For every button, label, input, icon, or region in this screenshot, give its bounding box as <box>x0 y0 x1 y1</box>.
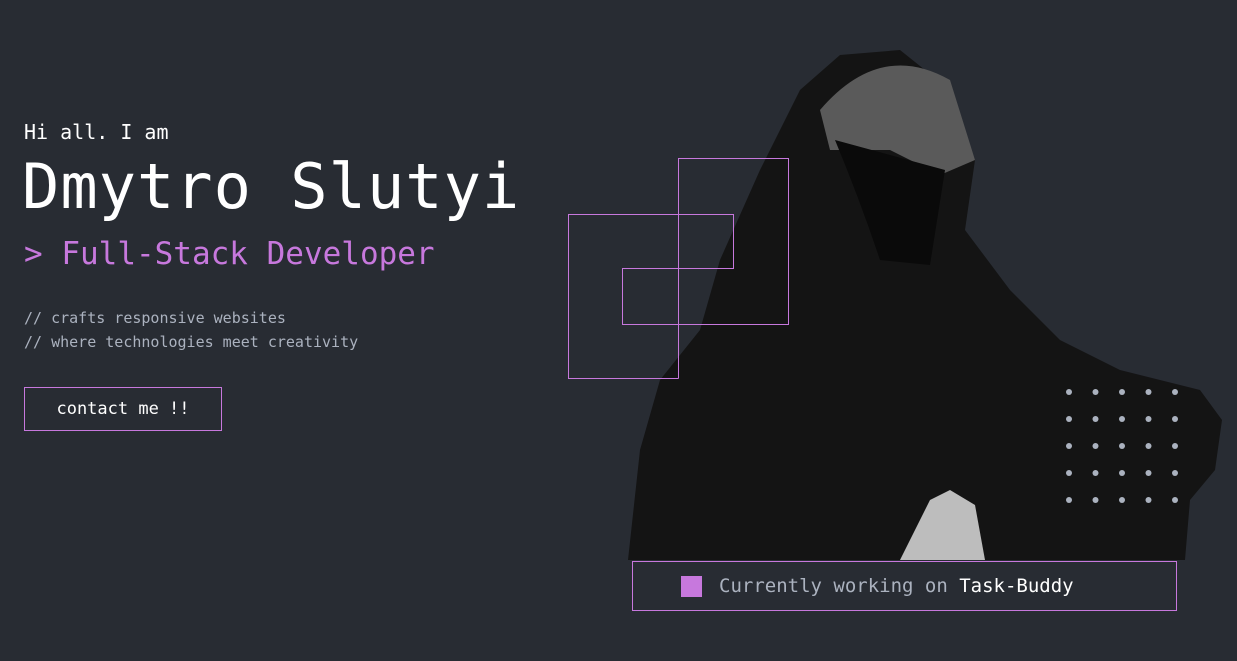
dot <box>1145 470 1152 476</box>
status-label: Currently working on <box>719 575 960 597</box>
person-photo <box>628 50 1222 560</box>
dot <box>1119 416 1125 422</box>
dot <box>1119 389 1125 395</box>
dot <box>1092 443 1099 449</box>
hero-role: > Full-Stack Developer <box>24 236 435 272</box>
dot <box>1145 416 1152 422</box>
dot <box>1066 443 1072 449</box>
dot <box>1172 416 1178 422</box>
dot <box>1066 416 1072 422</box>
status-square-icon <box>681 575 702 597</box>
dot <box>1066 470 1072 476</box>
dot <box>1092 497 1099 503</box>
dot <box>1172 470 1178 476</box>
dot <box>1092 389 1099 395</box>
dot <box>1172 497 1178 503</box>
dot <box>1119 443 1125 449</box>
dot <box>1145 389 1152 395</box>
status-project-link[interactable]: Task-Buddy <box>959 575 1073 597</box>
contact-me-button[interactable]: contact me !! <box>24 387 222 431</box>
dot <box>1172 443 1178 449</box>
dot <box>1145 497 1152 503</box>
hero-description: // crafts responsive websites // where t… <box>24 306 358 354</box>
dot <box>1172 389 1178 395</box>
dot <box>1119 470 1125 476</box>
greeting: Hi all. I am <box>24 120 169 144</box>
dot <box>1066 389 1072 395</box>
dot <box>1092 470 1099 476</box>
dot <box>1092 416 1099 422</box>
hero-illustration <box>568 50 1222 560</box>
dot <box>1066 497 1072 503</box>
description-line: // where technologies meet creativity <box>24 333 359 351</box>
current-project-status: Currently working on Task-Buddy <box>632 561 1177 611</box>
dot <box>1119 497 1125 503</box>
hero-name: Dmytro Slutyi <box>22 150 521 223</box>
description-line: // crafts responsive websites <box>24 309 286 327</box>
dot <box>1145 443 1152 449</box>
